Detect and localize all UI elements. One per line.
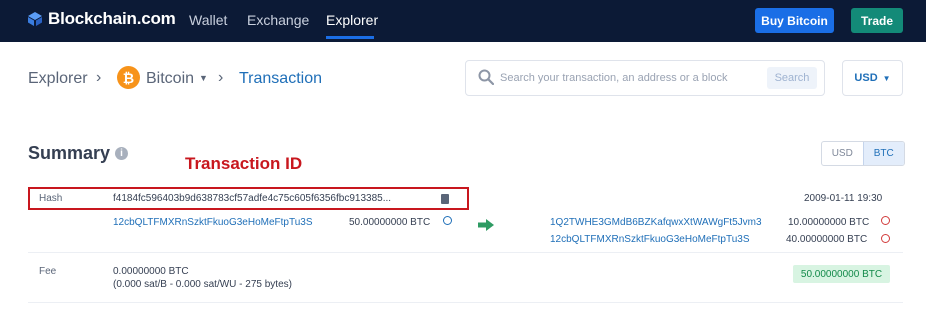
chevron-down-icon: ▼ bbox=[882, 73, 891, 83]
transaction-id-annotation: Transaction ID bbox=[185, 154, 303, 173]
active-nav-indicator bbox=[326, 36, 374, 39]
output-address-2[interactable]: 12cbQLTFMXRnSzktFkuoG3eHoMeFtpTu3S bbox=[550, 234, 750, 245]
summary-title: Summary bbox=[28, 143, 111, 163]
input-amount: 50.00000000 BTC bbox=[349, 217, 431, 228]
unit-toggle: USD BTC bbox=[821, 141, 905, 166]
transaction-hash[interactable]: f4184fc596403b9d638783cf57adfe4c75c605f6… bbox=[113, 193, 391, 204]
top-nav: Blockchain.com Wallet Exchange Explorer … bbox=[0, 0, 926, 42]
toggle-usd[interactable]: USD bbox=[822, 142, 863, 165]
breadcrumb-transaction: Transaction bbox=[239, 70, 322, 87]
globe-icon[interactable] bbox=[881, 216, 890, 225]
brand-logo[interactable]: Blockchain.com bbox=[28, 9, 176, 29]
output-amount-2: 40.00000000 BTC bbox=[786, 234, 868, 245]
globe-icon[interactable] bbox=[881, 234, 890, 243]
fee-label: Fee bbox=[39, 266, 57, 277]
copy-icon[interactable] bbox=[441, 194, 449, 204]
total-amount-badge: 50.00000000 BTC bbox=[793, 265, 890, 283]
bitcoin-icon: ₿ bbox=[117, 66, 140, 89]
output-address-1[interactable]: 1Q2TWHE3GMdB6BZKafqwxXtWAWgFt5Jvm3 bbox=[550, 217, 762, 228]
nav-exchange[interactable]: Exchange bbox=[247, 12, 309, 28]
trade-button[interactable]: Trade bbox=[851, 8, 903, 33]
search-input[interactable]: Search your transaction, an address or a… bbox=[500, 72, 727, 84]
divider bbox=[28, 252, 903, 253]
breadcrumb-separator-icon: › bbox=[96, 69, 102, 86]
blockchain-logo-icon bbox=[28, 12, 42, 26]
fee-value: 0.00000000 BTC bbox=[113, 266, 189, 277]
breadcrumb-separator-icon: › bbox=[218, 69, 224, 86]
transaction-timestamp: 2009-01-11 19:30 bbox=[804, 193, 883, 204]
search-bar[interactable]: Search your transaction, an address or a… bbox=[465, 60, 825, 96]
breadcrumb-bitcoin[interactable]: Bitcoin bbox=[146, 70, 194, 88]
globe-icon[interactable] bbox=[443, 216, 452, 225]
breadcrumb-explorer[interactable]: Explorer bbox=[28, 70, 88, 88]
nav-explorer[interactable]: Explorer bbox=[326, 12, 378, 28]
nav-wallet[interactable]: Wallet bbox=[189, 12, 227, 28]
toggle-btc[interactable]: BTC bbox=[862, 142, 904, 165]
search-button[interactable]: Search bbox=[767, 67, 817, 89]
search-icon bbox=[478, 69, 494, 85]
chevron-down-icon[interactable]: ▼ bbox=[199, 73, 208, 83]
buy-bitcoin-button[interactable]: Buy Bitcoin bbox=[755, 8, 834, 33]
brand-name: Blockchain.com bbox=[48, 9, 176, 28]
divider bbox=[28, 302, 903, 303]
info-icon[interactable]: i bbox=[115, 147, 128, 160]
input-address[interactable]: 12cbQLTFMXRnSzktFkuoG3eHoMeFtpTu3S bbox=[113, 217, 313, 228]
currency-select-value: USD bbox=[854, 72, 878, 84]
output-amount-1: 10.00000000 BTC bbox=[788, 217, 870, 228]
fee-detail: (0.000 sat/B - 0.000 sat/WU - 275 bytes) bbox=[113, 279, 292, 290]
hash-label: Hash bbox=[39, 193, 63, 204]
arrow-right-icon bbox=[478, 219, 494, 231]
currency-select[interactable]: USD ▼ bbox=[842, 60, 903, 96]
